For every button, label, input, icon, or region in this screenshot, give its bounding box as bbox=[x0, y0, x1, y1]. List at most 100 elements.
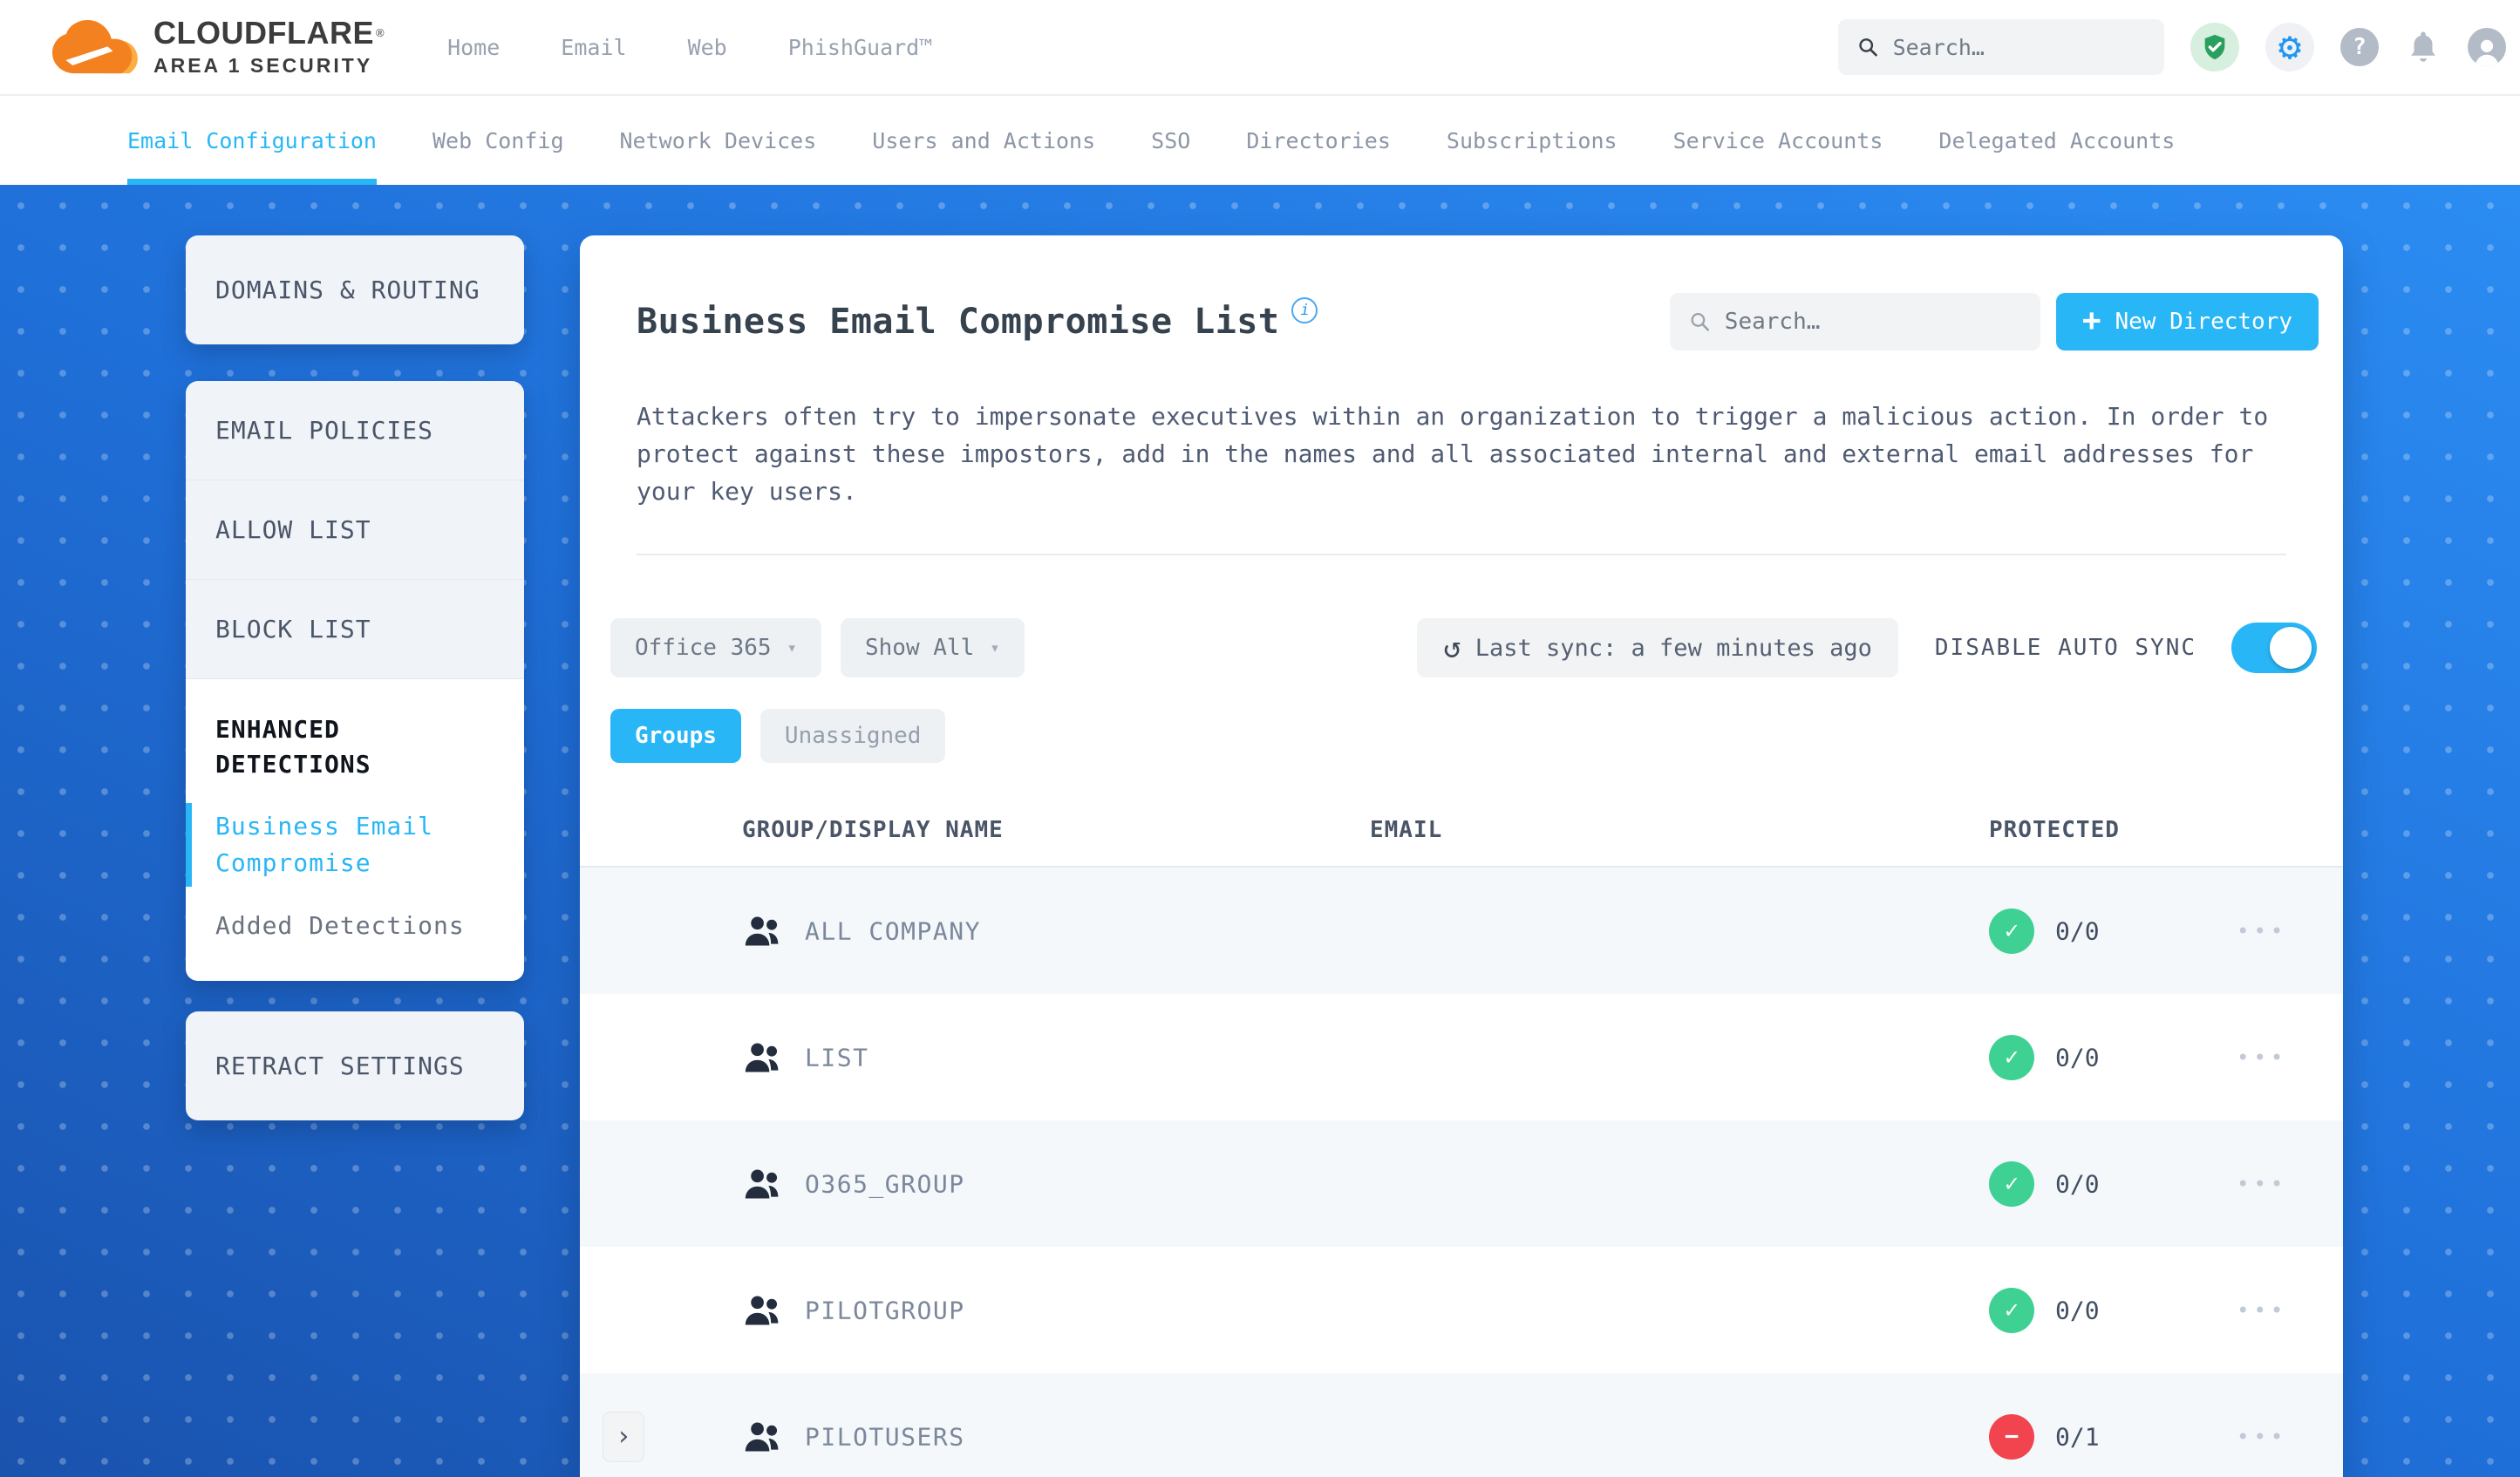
sidebar-item-domains-routing[interactable]: DOMAINS & ROUTING bbox=[186, 235, 524, 344]
global-search[interactable] bbox=[1838, 19, 2164, 75]
cloudflare-logo[interactable]: CLOUDFLARE ® AREA 1 SECURITY bbox=[49, 17, 385, 78]
protected-count: 0/0 bbox=[2055, 916, 2100, 945]
group-icon bbox=[744, 1294, 782, 1327]
nav-web[interactable]: Web bbox=[688, 35, 727, 60]
directory-search-input[interactable] bbox=[1724, 309, 2021, 335]
protected-count: 0/0 bbox=[2055, 1296, 2100, 1324]
sidebar-label: DOMAINS & ROUTING bbox=[215, 276, 480, 304]
protected-count: 0/0 bbox=[2055, 1043, 2100, 1072]
caret-down-icon: ▾ bbox=[990, 638, 1000, 657]
tab-subscriptions[interactable]: Subscriptions bbox=[1447, 96, 1618, 185]
nav-email[interactable]: Email bbox=[561, 35, 626, 60]
page: CLOUDFLARE ® AREA 1 SECURITY Home Email W… bbox=[0, 0, 2520, 1477]
group-name: PILOTUSERS bbox=[805, 1422, 965, 1451]
bell-icon bbox=[2411, 31, 2435, 62]
row-actions-ellipsis[interactable]: ••• bbox=[2237, 1045, 2287, 1070]
groups-table: GROUP/DISPLAY NAME EMAIL PROTECTED ALL C… bbox=[580, 817, 2343, 1477]
user-avatar-icon[interactable] bbox=[2468, 28, 2506, 66]
column-email: EMAIL bbox=[1370, 817, 1443, 843]
row-actions-ellipsis[interactable]: ••• bbox=[2237, 1172, 2287, 1196]
new-directory-button[interactable]: + New Directory bbox=[2055, 293, 2319, 351]
column-protected: PROTECTED bbox=[1989, 817, 2120, 843]
last-sync-button[interactable]: ↺ Last sync: a few minutes ago bbox=[1417, 618, 1898, 677]
unassigned-tab-chip[interactable]: Unassigned bbox=[759, 709, 946, 763]
table-row[interactable]: LIST ✓ 0/0 ••• bbox=[580, 994, 2343, 1120]
group-name: O365_GROUP bbox=[805, 1169, 965, 1198]
tab-sso[interactable]: SSO bbox=[1151, 96, 1190, 185]
tab-web-config[interactable]: Web Config bbox=[432, 96, 564, 185]
brand-name: CLOUDFLARE bbox=[153, 14, 374, 51]
page-title: Business Email Compromise List bbox=[637, 302, 1280, 342]
filters-row: Office 365 ▾ Show All ▾ ↺ Last sync: a f… bbox=[610, 618, 2317, 677]
table-row[interactable]: PILOTGROUP ✓ 0/0 ••• bbox=[580, 1247, 2343, 1373]
directory-source-dropdown[interactable]: Office 365 ▾ bbox=[610, 618, 821, 677]
global-search-input[interactable] bbox=[1892, 34, 2145, 60]
sidebar-item-retract-settings[interactable]: RETRACT SETTINGS bbox=[186, 1011, 524, 1120]
table-row[interactable]: ALL COMPANY ✓ 0/0 ••• bbox=[580, 868, 2343, 994]
page-description: Attackers often try to impersonate execu… bbox=[637, 402, 2269, 506]
settings-button[interactable]: ⚙ bbox=[2265, 23, 2314, 71]
notifications-button[interactable] bbox=[2405, 29, 2442, 65]
group-name: PILOTGROUP bbox=[805, 1296, 965, 1324]
section-tabs: Email Configuration Web Config Network D… bbox=[0, 96, 2520, 185]
sidebar-item-added-detections[interactable]: Added Detections bbox=[186, 908, 524, 944]
security-status-button[interactable] bbox=[2190, 23, 2239, 71]
check-icon: ✓ bbox=[2004, 1044, 2019, 1071]
gear-icon: ⚙ bbox=[2278, 24, 2302, 69]
row-actions-ellipsis[interactable]: ••• bbox=[2237, 919, 2287, 943]
directory-search[interactable] bbox=[1669, 293, 2040, 351]
plus-icon: + bbox=[2081, 303, 2101, 338]
tab-service-accounts[interactable]: Service Accounts bbox=[1673, 96, 1883, 185]
groups-tab-chip[interactable]: Groups bbox=[610, 709, 741, 763]
row-actions-ellipsis[interactable]: ••• bbox=[2237, 1298, 2287, 1323]
expand-row-button[interactable]: › bbox=[603, 1411, 644, 1462]
table-row[interactable]: › PILOTUSERS − 0/1 ••• bbox=[580, 1373, 2343, 1477]
show-filter-value: Show All bbox=[865, 635, 975, 661]
check-icon: ✓ bbox=[2004, 917, 2019, 944]
tab-users-and-actions[interactable]: Users and Actions bbox=[872, 96, 1095, 185]
sidebar-policies-card: EMAIL POLICIES ALLOW LIST BLOCK LIST ENH… bbox=[186, 381, 524, 981]
sidebar-item-allow-list[interactable]: ALLOW LIST bbox=[186, 480, 524, 580]
sidebar-item-email-policies[interactable]: EMAIL POLICIES bbox=[186, 381, 524, 480]
card-header: Business Email Compromise List i + New D… bbox=[580, 235, 2343, 352]
divider bbox=[637, 554, 2286, 555]
protected-status-badge: ✓ bbox=[1989, 1034, 2034, 1080]
protected-count: 0/0 bbox=[2055, 1169, 2100, 1198]
new-directory-label: New Directory bbox=[2115, 309, 2293, 335]
group-name: ALL COMPANY bbox=[805, 916, 981, 945]
unprotected-status-badge: − bbox=[1989, 1413, 2034, 1460]
header-actions: + New Directory bbox=[1669, 293, 2319, 351]
show-filter-dropdown[interactable]: Show All ▾ bbox=[841, 618, 1025, 677]
group-name: LIST bbox=[805, 1043, 869, 1072]
tab-directories[interactable]: Directories bbox=[1246, 96, 1391, 185]
view-chips: Groups Unassigned bbox=[610, 709, 2343, 763]
search-icon bbox=[1859, 38, 1877, 57]
protected-status-badge: ✓ bbox=[1989, 908, 2034, 954]
nav-home[interactable]: Home bbox=[447, 35, 500, 60]
sidebar-section-enhanced-detections[interactable]: ENHANCED DETECTIONS Business Email Compr… bbox=[186, 679, 524, 981]
shield-check-icon bbox=[2204, 34, 2225, 60]
search-icon bbox=[1691, 313, 1709, 331]
sidebar-item-business-email-compromise[interactable]: Business Email Compromise bbox=[186, 803, 524, 887]
topbar-right: ⚙ ? bbox=[1838, 19, 2506, 75]
column-group-display-name: GROUP/DISPLAY NAME bbox=[742, 817, 1004, 843]
group-icon bbox=[744, 1041, 782, 1074]
toggle-knob bbox=[2270, 627, 2312, 669]
help-icon[interactable]: ? bbox=[2340, 28, 2379, 66]
sidebar-label: RETRACT SETTINGS bbox=[215, 1052, 465, 1080]
refresh-icon: ↺ bbox=[1443, 630, 1461, 665]
row-actions-ellipsis[interactable]: ••• bbox=[2237, 1425, 2287, 1449]
info-icon[interactable]: i bbox=[1291, 297, 1318, 323]
table-row[interactable]: O365_GROUP ✓ 0/0 ••• bbox=[580, 1120, 2343, 1247]
sidebar-item-block-list[interactable]: BLOCK LIST bbox=[186, 580, 524, 679]
main-card: Business Email Compromise List i + New D… bbox=[580, 235, 2343, 1477]
registered-mark: ® bbox=[375, 25, 385, 39]
auto-sync-toggle[interactable] bbox=[2231, 623, 2317, 673]
nav-phishguard[interactable]: PhishGuard™ bbox=[788, 35, 933, 60]
tab-delegated-accounts[interactable]: Delegated Accounts bbox=[1938, 96, 2175, 185]
tab-network-devices[interactable]: Network Devices bbox=[620, 96, 817, 185]
tab-email-configuration[interactable]: Email Configuration bbox=[127, 96, 377, 185]
auto-sync-label: DISABLE AUTO SYNC bbox=[1934, 635, 2196, 661]
brand-text: CLOUDFLARE ® AREA 1 SECURITY bbox=[153, 17, 385, 78]
check-icon: ✓ bbox=[2004, 1170, 2019, 1197]
